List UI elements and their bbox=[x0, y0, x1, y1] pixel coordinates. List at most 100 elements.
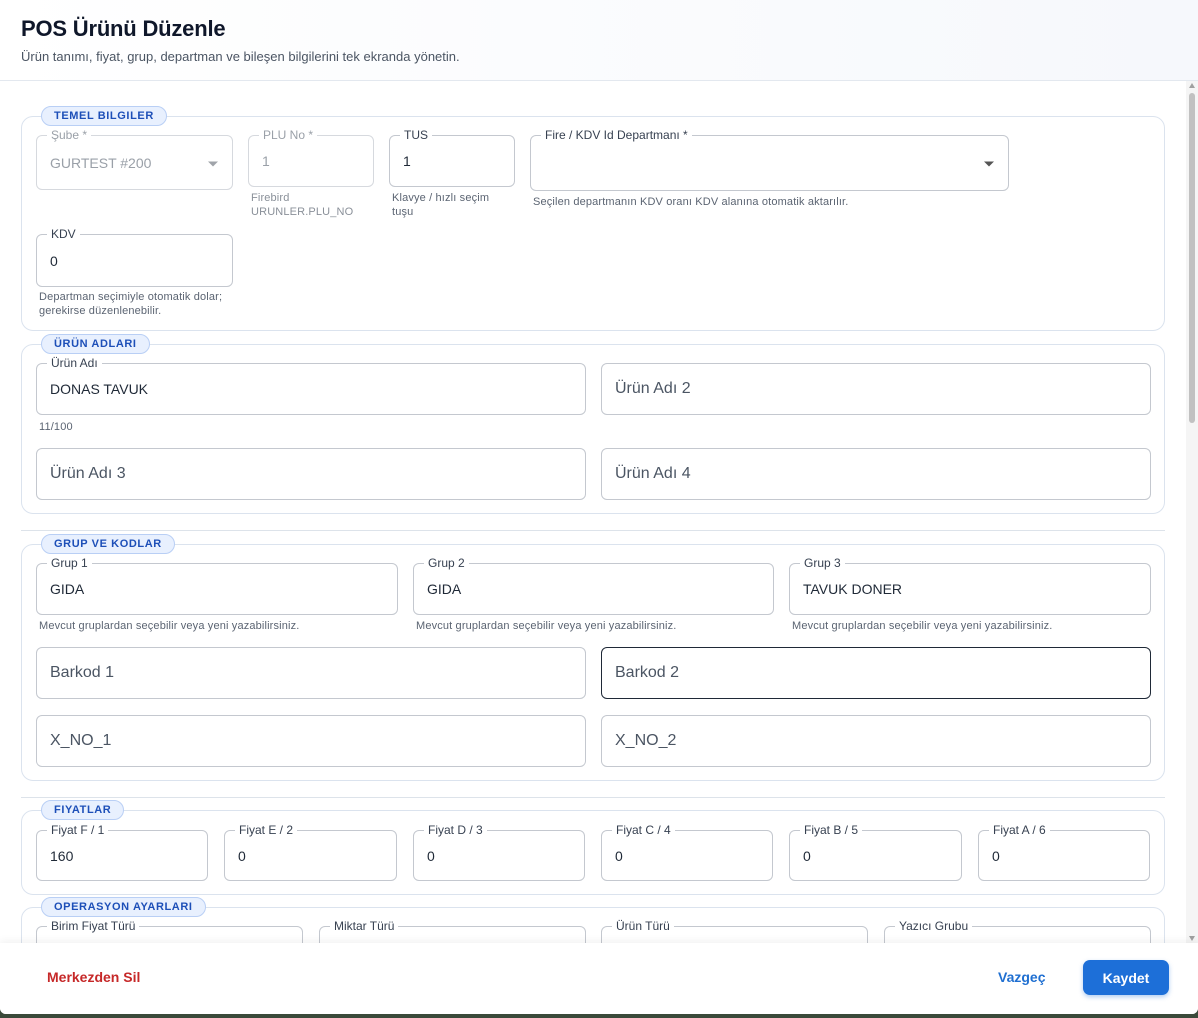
x-no-1-placeholder: X_NO_1 bbox=[50, 732, 112, 749]
grup-3-field[interactable]: Grup 3 TAVUK DONER bbox=[789, 555, 1151, 615]
plu-no-field[interactable]: PLU No * 1 bbox=[248, 127, 374, 187]
fire-kdv-help: Seçilen departmanın KDV oranı KDV alanın… bbox=[533, 196, 849, 208]
price-f-label: Fiyat F / 1 bbox=[47, 822, 109, 838]
birim-fiyat-turu-select[interactable]: Birim Fiyat Türü bbox=[36, 918, 303, 943]
barkod-1-placeholder: Barkod 1 bbox=[50, 664, 115, 681]
price-b-value: 0 bbox=[803, 847, 811, 864]
section-urun-adlari: ÜRÜN ADLARI Ürün Adı DONAS TAVUK 11/100 … bbox=[21, 334, 1165, 514]
urun-adi-4-field[interactable]: Ürün Adı 4 bbox=[601, 448, 1151, 500]
grup-2-field[interactable]: Grup 2 GIDA bbox=[413, 555, 774, 615]
save-button[interactable]: Kaydet bbox=[1083, 960, 1169, 995]
plu-no-help: Firebird URUNLER.PLU_NO bbox=[251, 192, 354, 218]
kdv-value: 0 bbox=[50, 252, 58, 269]
x-no-1-field[interactable]: X_NO_1 bbox=[36, 715, 586, 767]
grup-2-help: Mevcut gruplardan seçebilir veya yeni ya… bbox=[416, 620, 677, 632]
delete-from-center-button[interactable]: Merkezden Sil bbox=[47, 969, 140, 985]
grup-3-help: Mevcut gruplardan seçebilir veya yeni ya… bbox=[792, 620, 1053, 632]
urun-adi-2-field[interactable]: Ürün Adı 2 bbox=[601, 363, 1151, 415]
section-fiyatlar: FIYATLAR Fiyat F / 1 160 Fiyat E / 2 0 F… bbox=[21, 800, 1165, 895]
fire-kdv-department-select[interactable]: Fire / KDV Id Departmanı * bbox=[530, 127, 1009, 191]
plu-no-value: 1 bbox=[262, 153, 270, 169]
section-chip-grup: GRUP VE KODLAR bbox=[41, 534, 175, 554]
section-grup-ve-kodlar: GRUP VE KODLAR Grup 1 GIDA Mevcut grupla… bbox=[21, 534, 1165, 781]
sube-value: GURTEST #200 bbox=[50, 154, 152, 171]
price-d-label: Fiyat D / 3 bbox=[424, 822, 487, 838]
price-e-label: Fiyat E / 2 bbox=[235, 822, 298, 838]
tus-label: TUS bbox=[400, 127, 432, 143]
dialog-footer: Merkezden Sil Vazgeç Kaydet bbox=[0, 943, 1198, 1014]
tus-value: 1 bbox=[403, 153, 411, 169]
urun-adi-3-placeholder: Ürün Adı 3 bbox=[50, 465, 126, 482]
yazici-grubu-select[interactable]: Yazıcı Grubu bbox=[884, 918, 1151, 943]
dialog-subtitle: Ürün tanımı, fiyat, grup, departman ve b… bbox=[21, 49, 460, 64]
urun-adi-field[interactable]: Ürün Adı DONAS TAVUK bbox=[36, 355, 586, 415]
scroll-up-arrow-icon[interactable] bbox=[1189, 83, 1195, 88]
section-divider bbox=[21, 530, 1165, 531]
urun-turu-label: Ürün Türü bbox=[612, 918, 674, 934]
vertical-scrollbar[interactable] bbox=[1186, 81, 1198, 943]
price-d-field[interactable]: Fiyat D / 3 0 bbox=[413, 822, 585, 881]
dialog-title: POS Ürünü Düzenle bbox=[21, 16, 226, 41]
grup-1-label: Grup 1 bbox=[47, 555, 92, 571]
price-d-value: 0 bbox=[427, 847, 435, 864]
scrollbar-thumb[interactable] bbox=[1189, 93, 1195, 423]
grup-1-help: Mevcut gruplardan seçebilir veya yeni ya… bbox=[39, 620, 300, 632]
section-chip-adlar: ÜRÜN ADLARI bbox=[41, 334, 150, 354]
grup-2-value: GIDA bbox=[427, 581, 462, 597]
section-temel-bilgiler: TEMEL BILGILER Şube * GURTEST #200 PLU N… bbox=[21, 106, 1165, 331]
chevron-down-icon bbox=[208, 161, 218, 166]
price-a-label: Fiyat A / 6 bbox=[989, 822, 1050, 838]
urun-adi-counter: 11/100 bbox=[39, 421, 73, 433]
section-operasyon-ayarlari: OPERASYON AYARLARI Birim Fiyat Türü Mikt… bbox=[21, 897, 1165, 943]
price-a-value: 0 bbox=[992, 847, 1000, 864]
price-c-field[interactable]: Fiyat C / 4 0 bbox=[601, 822, 773, 881]
price-e-field[interactable]: Fiyat E / 2 0 bbox=[224, 822, 397, 881]
barkod-1-field[interactable]: Barkod 1 bbox=[36, 647, 586, 699]
urun-turu-select[interactable]: Ürün Türü bbox=[601, 918, 868, 943]
birim-fiyat-turu-label: Birim Fiyat Türü bbox=[47, 918, 140, 934]
kdv-label: KDV bbox=[47, 226, 80, 242]
barkod-2-field[interactable]: Barkod 2 bbox=[601, 647, 1151, 699]
x-no-2-field[interactable]: X_NO_2 bbox=[601, 715, 1151, 767]
urun-adi-2-placeholder: Ürün Adı 2 bbox=[615, 380, 691, 397]
grup-1-value: GIDA bbox=[50, 581, 85, 597]
grup-1-field[interactable]: Grup 1 GIDA bbox=[36, 555, 398, 615]
scroll-down-arrow-icon[interactable] bbox=[1189, 936, 1195, 941]
urun-adi-3-field[interactable]: Ürün Adı 3 bbox=[36, 448, 586, 500]
section-chip-fiyatlar: FIYATLAR bbox=[41, 800, 125, 820]
grup-3-value: TAVUK DONER bbox=[803, 581, 903, 597]
urun-adi-value: DONAS TAVUK bbox=[50, 381, 149, 397]
chevron-down-icon bbox=[984, 161, 994, 167]
price-e-value: 0 bbox=[238, 847, 246, 864]
urun-adi-4-placeholder: Ürün Adı 4 bbox=[615, 465, 691, 482]
tus-field[interactable]: TUS 1 bbox=[389, 127, 515, 187]
miktar-turu-select[interactable]: Miktar Türü bbox=[319, 918, 586, 943]
price-b-label: Fiyat B / 5 bbox=[800, 822, 863, 838]
miktar-turu-label: Miktar Türü bbox=[330, 918, 399, 934]
urun-adi-label: Ürün Adı bbox=[47, 355, 102, 371]
grup-2-label: Grup 2 bbox=[424, 555, 469, 571]
cancel-button[interactable]: Vazgeç bbox=[998, 969, 1045, 985]
kdv-help: Departman seçimiyle otomatik dolar; gere… bbox=[39, 291, 223, 317]
sube-label: Şube * bbox=[47, 127, 92, 143]
fire-kdv-label: Fire / KDV Id Departmanı * bbox=[541, 127, 692, 143]
sube-select[interactable]: Şube * GURTEST #200 bbox=[36, 127, 233, 190]
barkod-2-placeholder: Barkod 2 bbox=[615, 664, 680, 681]
price-f-field[interactable]: Fiyat F / 1 160 bbox=[36, 822, 208, 881]
dialog-body: TEMEL BILGILER Şube * GURTEST #200 PLU N… bbox=[0, 81, 1186, 943]
yazici-grubu-label: Yazıcı Grubu bbox=[895, 918, 973, 934]
dialog-header: POS Ürünü Düzenle Ürün tanımı, fiyat, gr… bbox=[0, 0, 1198, 81]
section-chip-temel: TEMEL BILGILER bbox=[41, 106, 167, 126]
price-c-label: Fiyat C / 4 bbox=[612, 822, 675, 838]
section-chip-operasyon: OPERASYON AYARLARI bbox=[41, 897, 206, 917]
kdv-field[interactable]: KDV 0 bbox=[36, 226, 233, 287]
price-f-value: 160 bbox=[50, 847, 74, 864]
price-c-value: 0 bbox=[615, 847, 623, 864]
grup-3-label: Grup 3 bbox=[800, 555, 845, 571]
plu-no-label: PLU No * bbox=[259, 127, 318, 143]
price-b-field[interactable]: Fiyat B / 5 0 bbox=[789, 822, 962, 881]
section-divider bbox=[21, 797, 1165, 798]
price-a-field[interactable]: Fiyat A / 6 0 bbox=[978, 822, 1150, 881]
tus-help: Klavye / hızlı seçim tuşu bbox=[392, 192, 490, 218]
x-no-2-placeholder: X_NO_2 bbox=[615, 732, 677, 749]
